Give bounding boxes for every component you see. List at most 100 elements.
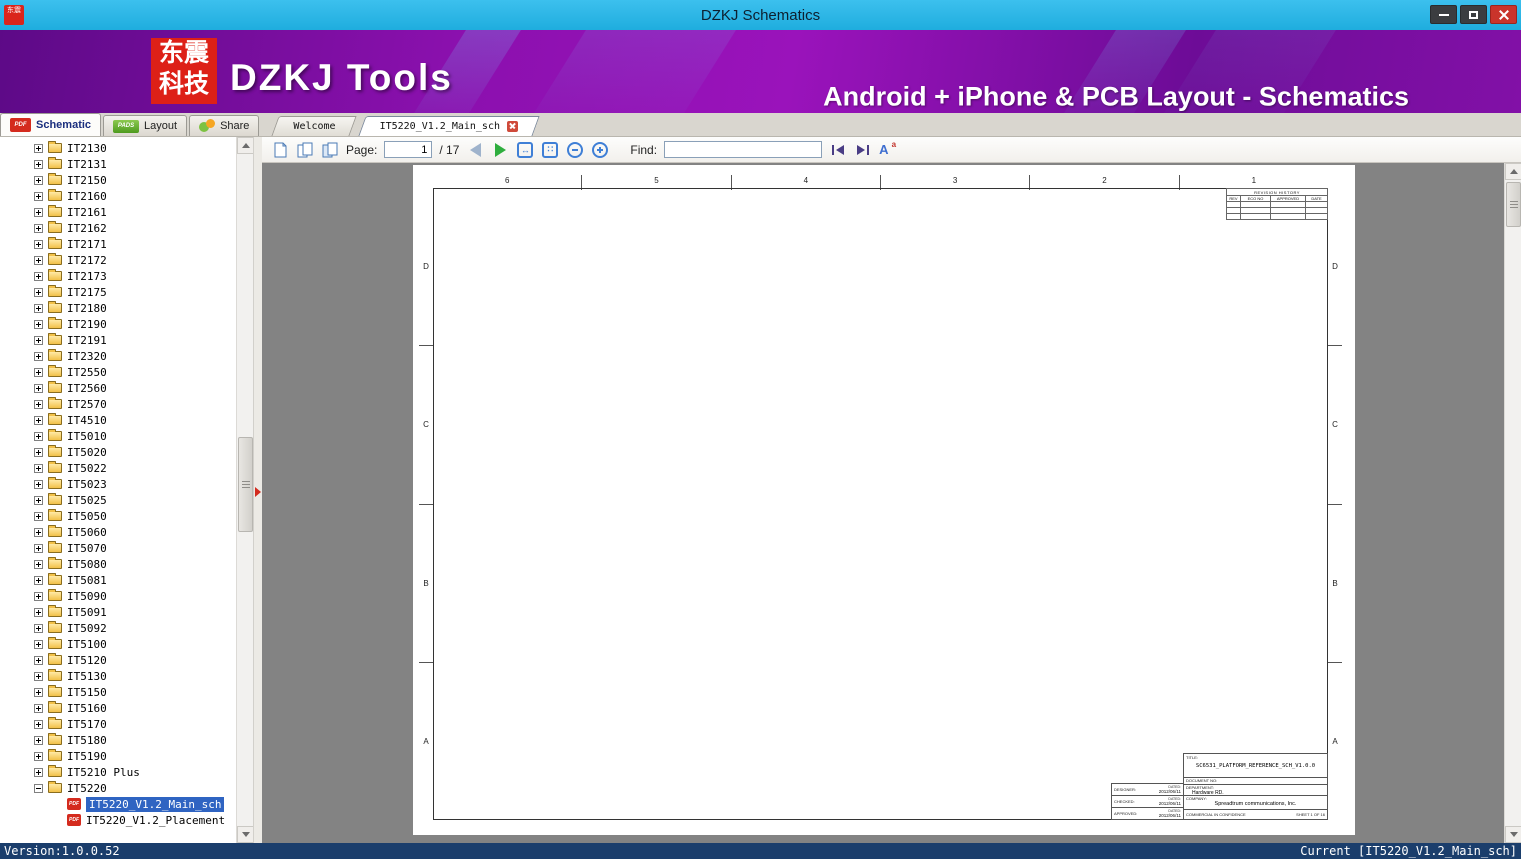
- expand-plus-icon[interactable]: [34, 559, 43, 569]
- tree-folder-item[interactable]: IT5080: [0, 556, 236, 572]
- expand-plus-icon[interactable]: [34, 495, 43, 505]
- previous-page-button[interactable]: [466, 141, 484, 159]
- tree-folder-item[interactable]: IT5160: [0, 700, 236, 716]
- expand-plus-icon[interactable]: [34, 639, 43, 649]
- expand-plus-icon[interactable]: [34, 479, 43, 489]
- expand-plus-icon[interactable]: [34, 767, 43, 777]
- text-size-button[interactable]: [879, 140, 897, 159]
- expand-plus-icon[interactable]: [34, 735, 43, 745]
- page-number-input[interactable]: [384, 141, 433, 158]
- expand-plus-icon[interactable]: [34, 415, 43, 425]
- expand-plus-icon[interactable]: [34, 367, 43, 377]
- tab-close-icon[interactable]: [507, 120, 518, 132]
- doc-tab-main-sch[interactable]: IT5220_V1.2_Main_sch: [362, 116, 536, 136]
- expand-plus-icon[interactable]: [34, 303, 43, 313]
- zoom-out-button[interactable]: [566, 141, 584, 159]
- tree-folder-item[interactable]: IT5150: [0, 684, 236, 700]
- tree-folder-item[interactable]: IT5022: [0, 460, 236, 476]
- expand-plus-icon[interactable]: [34, 159, 43, 169]
- find-input[interactable]: [664, 141, 823, 158]
- expand-plus-icon[interactable]: [34, 447, 43, 457]
- tree-folder-item[interactable]: IT2180: [0, 300, 236, 316]
- find-previous-button[interactable]: [829, 141, 847, 159]
- tree-folder-item[interactable]: IT5210 Plus: [0, 764, 236, 780]
- tree-folder-item[interactable]: IT5190: [0, 748, 236, 764]
- tree-folder-item[interactable]: IT2190: [0, 316, 236, 332]
- tree-file-placement[interactable]: PDF IT5220_V1.2_Placement: [0, 812, 236, 828]
- splitter-collapse-arrow[interactable]: [255, 487, 261, 497]
- fit-page-button[interactable]: [541, 141, 559, 159]
- tree-folder-item[interactable]: IT5081: [0, 572, 236, 588]
- tree-folder-item[interactable]: IT2162: [0, 220, 236, 236]
- expand-plus-icon[interactable]: [34, 511, 43, 521]
- tree-folder-item[interactable]: IT5050: [0, 508, 236, 524]
- tree-folder-item[interactable]: IT2550: [0, 364, 236, 380]
- tree-folder-item[interactable]: IT5060: [0, 524, 236, 540]
- tree-folder-item[interactable]: IT2175: [0, 284, 236, 300]
- expand-plus-icon[interactable]: [34, 175, 43, 185]
- tree-folder-item[interactable]: IT2173: [0, 268, 236, 284]
- expand-plus-icon[interactable]: [34, 527, 43, 537]
- next-page-button[interactable]: [491, 141, 509, 159]
- expand-plus-icon[interactable]: [34, 591, 43, 601]
- tree-folder-item[interactable]: IT4510: [0, 412, 236, 428]
- close-button[interactable]: [1490, 5, 1517, 24]
- tree-folder-item[interactable]: IT2150: [0, 172, 236, 188]
- tree-folder-item[interactable]: IT2130: [0, 140, 236, 156]
- expand-plus-icon[interactable]: [34, 223, 43, 233]
- tree-folder-item[interactable]: IT5010: [0, 428, 236, 444]
- expand-plus-icon[interactable]: [34, 751, 43, 761]
- tab-layout[interactable]: PADS Layout: [103, 115, 188, 136]
- expand-plus-icon[interactable]: [34, 239, 43, 249]
- tree-folder-item[interactable]: IT2172: [0, 252, 236, 268]
- expand-plus-icon[interactable]: [34, 335, 43, 345]
- minimize-button[interactable]: [1430, 5, 1457, 24]
- sidebar-splitter[interactable]: [253, 137, 262, 843]
- tree-folder-item[interactable]: IT5025: [0, 492, 236, 508]
- tree-folder-item[interactable]: IT5020: [0, 444, 236, 460]
- expand-plus-icon[interactable]: [34, 143, 43, 153]
- sidebar-scrollbar[interactable]: [236, 137, 254, 843]
- expand-plus-icon[interactable]: [34, 287, 43, 297]
- tree-folder-item[interactable]: IT5170: [0, 716, 236, 732]
- tree-file-main-sch[interactable]: PDF IT5220_V1.2_Main_sch: [0, 796, 236, 812]
- expand-plus-icon[interactable]: [34, 607, 43, 617]
- tree-folder-item[interactable]: IT2131: [0, 156, 236, 172]
- schematic-canvas[interactable]: 654321 DCBA DCBA REVISION HISTORY REV EC…: [262, 163, 1521, 843]
- sidebar-scroll-thumb[interactable]: [238, 437, 253, 532]
- find-next-button[interactable]: [854, 141, 872, 159]
- expand-plus-icon[interactable]: [34, 687, 43, 697]
- tree-folder-item[interactable]: IT5120: [0, 652, 236, 668]
- expand-plus-icon[interactable]: [34, 207, 43, 217]
- tree-folder-item[interactable]: IT2570: [0, 396, 236, 412]
- doc-tab-welcome[interactable]: Welcome: [275, 116, 353, 136]
- scroll-down-button[interactable]: [237, 826, 254, 843]
- fit-width-button[interactable]: [516, 141, 534, 159]
- expand-plus-icon[interactable]: [34, 255, 43, 265]
- tree-folder-item[interactable]: IT2171: [0, 236, 236, 252]
- tree-folder-item[interactable]: IT2560: [0, 380, 236, 396]
- tree-folder-item[interactable]: IT5100: [0, 636, 236, 652]
- facing-pages-view-icon[interactable]: [296, 141, 314, 159]
- tree-folder-item[interactable]: IT5092: [0, 620, 236, 636]
- tab-schematic[interactable]: PDF Schematic: [0, 113, 102, 136]
- tree-folder-item[interactable]: IT5070: [0, 540, 236, 556]
- expand-plus-icon[interactable]: [34, 463, 43, 473]
- continuous-view-icon[interactable]: [321, 141, 339, 159]
- expand-plus-icon[interactable]: [34, 719, 43, 729]
- tree-folder-item[interactable]: IT5130: [0, 668, 236, 684]
- scroll-up-button[interactable]: [237, 137, 254, 154]
- expand-plus-icon[interactable]: [34, 543, 43, 553]
- expand-plus-icon[interactable]: [34, 319, 43, 329]
- tree-folder-item[interactable]: IT5180: [0, 732, 236, 748]
- expand-plus-icon[interactable]: [34, 623, 43, 633]
- zoom-in-button[interactable]: [591, 141, 609, 159]
- expand-plus-icon[interactable]: [34, 655, 43, 665]
- tree-folder-item[interactable]: IT5023: [0, 476, 236, 492]
- expand-plus-icon[interactable]: [34, 703, 43, 713]
- single-page-view-icon[interactable]: [271, 141, 289, 159]
- content-scroll-thumb[interactable]: [1506, 182, 1521, 227]
- scroll-up-button[interactable]: [1505, 163, 1521, 180]
- scroll-down-button[interactable]: [1505, 826, 1521, 843]
- collapse-minus-icon[interactable]: [34, 783, 43, 793]
